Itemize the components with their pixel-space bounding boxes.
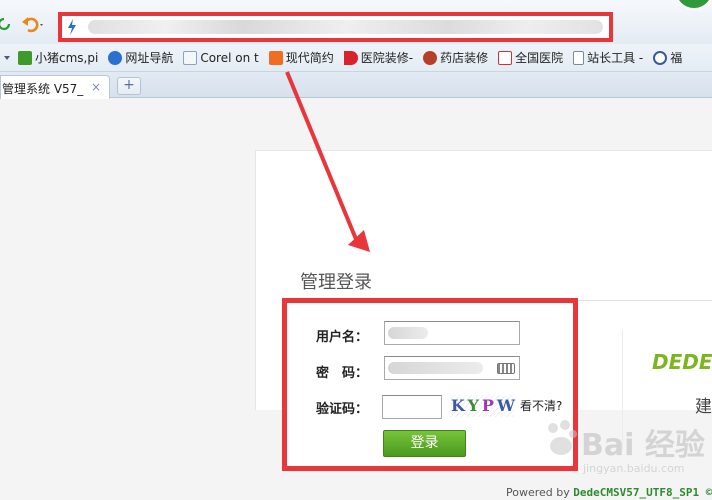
watermark-url: jingyan.baidu.com	[583, 462, 685, 475]
address-bar[interactable]	[58, 12, 613, 42]
version-text: DedeCMSV57_UTF8_SP1 ©	[573, 486, 712, 499]
folder-icon	[183, 50, 198, 65]
bookmark-item[interactable]: 药店装修	[423, 49, 488, 66]
paw-icon	[548, 420, 577, 455]
gear-icon	[653, 50, 668, 65]
captcha-label: 验证码：	[316, 402, 369, 417]
bookmark-label: 全国医院	[515, 51, 564, 65]
bookmark-item[interactable]: 站长工具 -	[573, 49, 643, 66]
password-input[interactable]	[384, 356, 520, 380]
page-title: 管理登录	[300, 272, 372, 293]
captcha-input[interactable]	[382, 395, 442, 419]
bookmarks-dropdown-icon[interactable]	[4, 55, 10, 60]
pig-icon	[18, 50, 32, 65]
keyboard-icon[interactable]	[497, 363, 515, 374]
captcha-char: Y	[467, 396, 482, 415]
undo-icon[interactable]	[20, 14, 46, 34]
bookmark-item[interactable]: 全国医院	[498, 49, 563, 66]
taobao-icon	[268, 50, 283, 65]
powered-prefix: Powered by	[506, 486, 574, 499]
watermark-text: Bai 经验	[581, 428, 705, 463]
bookmark-item[interactable]: 小猪cms,pi	[18, 49, 98, 66]
bookmark-label: 网址导航	[125, 51, 174, 65]
browser-toolbar	[0, 0, 712, 44]
captcha-image[interactable]: KYPW	[450, 395, 515, 417]
bookmark-label: 站长工具 -	[587, 51, 644, 65]
new-tab-button[interactable]: +	[117, 77, 141, 95]
arrow-red-icon	[343, 50, 358, 65]
bookmark-item[interactable]: Corel on t	[183, 50, 259, 65]
tab-label: 管理系统 V57_	[2, 82, 84, 96]
bookmark-label: 医院装修-	[360, 51, 414, 65]
blurred-url	[88, 20, 603, 34]
blurred-value	[388, 327, 428, 339]
bookmark-label: 小猪cms,pi	[35, 51, 99, 65]
username-label: 用户名：	[316, 330, 369, 345]
password-label: 密 码：	[316, 366, 369, 381]
bookmarks-bar: 小猪cms,pi 网址导航 Corel on t 现代简约 医院装修- 药店装修…	[0, 44, 712, 72]
bookmark-item[interactable]: 网址导航	[108, 49, 173, 66]
bookmark-item[interactable]: 医院装修-	[343, 49, 414, 66]
username-input[interactable]	[384, 321, 520, 345]
lightning-icon	[68, 19, 76, 35]
login-button[interactable]: 登录	[383, 430, 466, 457]
page-icon	[573, 50, 585, 65]
close-icon[interactable]: ×	[91, 80, 101, 94]
blurred-value	[388, 362, 483, 374]
brand-subtitle: 建	[695, 397, 712, 417]
refresh-captcha-link[interactable]: 看不清?	[520, 397, 562, 414]
shop-icon	[423, 50, 438, 65]
compass-icon	[108, 50, 123, 65]
watermark: Bai 经验 jingyan.baidu.com	[545, 420, 710, 480]
bookmark-label: 福	[670, 51, 683, 65]
tab-bar: 管理系统 V57_ × +	[0, 72, 712, 99]
extension-badge[interactable]	[674, 0, 712, 10]
powered-by: Powered by DedeCMSV57_UTF8_SP1 ©	[506, 486, 712, 499]
bookmark-label: 药店装修	[440, 51, 489, 65]
bookmark-item[interactable]: 福	[653, 49, 682, 66]
refresh-icon[interactable]	[0, 17, 10, 31]
bookmark-item[interactable]: 现代简约	[268, 49, 334, 66]
captcha-char: W	[496, 396, 518, 415]
tab-admin[interactable]: 管理系统 V57_ ×	[0, 75, 110, 99]
captcha-char: P	[481, 396, 497, 415]
brand-logo: DEDE	[652, 350, 712, 374]
bookmark-label: Corel on t	[200, 50, 259, 65]
bookmark-label: 现代简约	[285, 51, 334, 65]
hospital-icon	[498, 50, 513, 65]
captcha-char: K	[451, 396, 468, 415]
